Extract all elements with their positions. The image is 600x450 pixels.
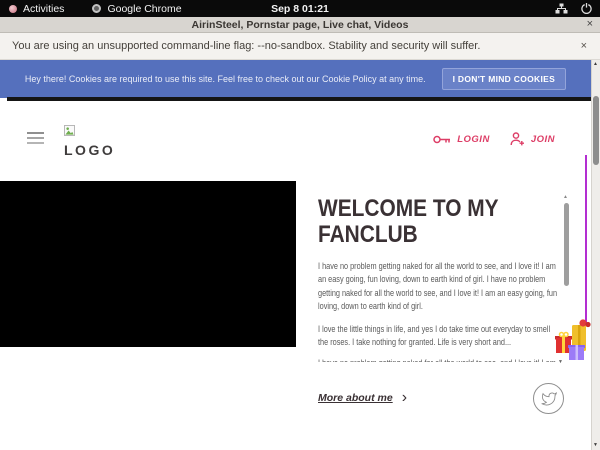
browser-scrollbar-thumb[interactable] — [593, 96, 599, 165]
system-tray — [555, 0, 592, 17]
flag-warning-bar: You are using an unsupported command-lin… — [0, 33, 600, 60]
clipped-paragraph-wrap: I have no problem getting naked for all … — [318, 356, 562, 362]
broken-image-icon — [64, 125, 75, 136]
person-add-icon — [510, 132, 525, 146]
window-title: AirinSteel, Pornstar page, Live chat, Vi… — [192, 19, 409, 31]
power-icon[interactable] — [581, 3, 592, 14]
browser-scrollbar[interactable]: ▲ ▼ — [591, 60, 600, 450]
about-paragraph: I have no problem getting naked for all … — [318, 259, 562, 313]
gift-boxes-icon[interactable] — [553, 318, 597, 369]
clock[interactable]: Sep 8 01:21 — [0, 3, 600, 15]
logo-text: LOGO — [64, 142, 115, 158]
welcome-panel: WELCOME TO MY FANCLUB I have no problem … — [318, 196, 562, 404]
close-icon[interactable]: × — [581, 40, 587, 52]
key-icon — [433, 134, 451, 145]
hamburger-menu-icon[interactable] — [27, 132, 44, 147]
flag-warning-message: You are using an unsupported command-lin… — [12, 40, 480, 52]
window-title-bar: AirinSteel, Pornstar page, Live chat, Vi… — [0, 17, 600, 33]
header-actions: LOGIN JOIN — [433, 132, 555, 146]
scroll-up-icon[interactable]: ▲ — [593, 61, 598, 67]
about-paragraph: I love the little things in life, and ye… — [318, 322, 562, 349]
page-title: WELCOME TO MY FANCLUB — [318, 196, 520, 248]
system-top-bar: Activities Google Chrome Sep 8 01:21 — [0, 0, 600, 17]
more-about-row: More about me › — [318, 392, 562, 404]
panel-scrollbar-thumb[interactable] — [564, 203, 569, 286]
more-about-me-link[interactable]: More about me — [318, 392, 393, 404]
site-logo[interactable]: LOGO — [64, 123, 115, 158]
twitter-icon — [541, 391, 557, 407]
scroll-up-icon[interactable]: ▲ — [563, 194, 568, 200]
about-paragraph-clipped: I have no problem getting naked for all … — [318, 356, 562, 362]
gift-string-decoration — [585, 155, 587, 325]
join-label: JOIN — [531, 134, 555, 145]
chevron-right-icon: › — [402, 393, 407, 403]
close-icon[interactable]: × — [587, 18, 593, 30]
login-label: LOGIN — [457, 134, 490, 145]
network-icon[interactable] — [555, 3, 568, 14]
login-button[interactable]: LOGIN — [433, 134, 490, 145]
video-player[interactable] — [0, 181, 296, 347]
twitter-button[interactable] — [533, 383, 564, 414]
screen: Activities Google Chrome Sep 8 01:21 Air… — [0, 0, 600, 450]
cookie-banner: Hey there! Cookies are required to use t… — [0, 60, 591, 98]
cookie-banner-edge — [7, 97, 591, 101]
cookie-message: Hey there! Cookies are required to use t… — [25, 74, 426, 84]
join-button[interactable]: JOIN — [510, 132, 555, 146]
scroll-down-icon[interactable]: ▼ — [593, 442, 598, 448]
accept-cookies-button[interactable]: I DON'T MIND COOKIES — [442, 68, 566, 90]
